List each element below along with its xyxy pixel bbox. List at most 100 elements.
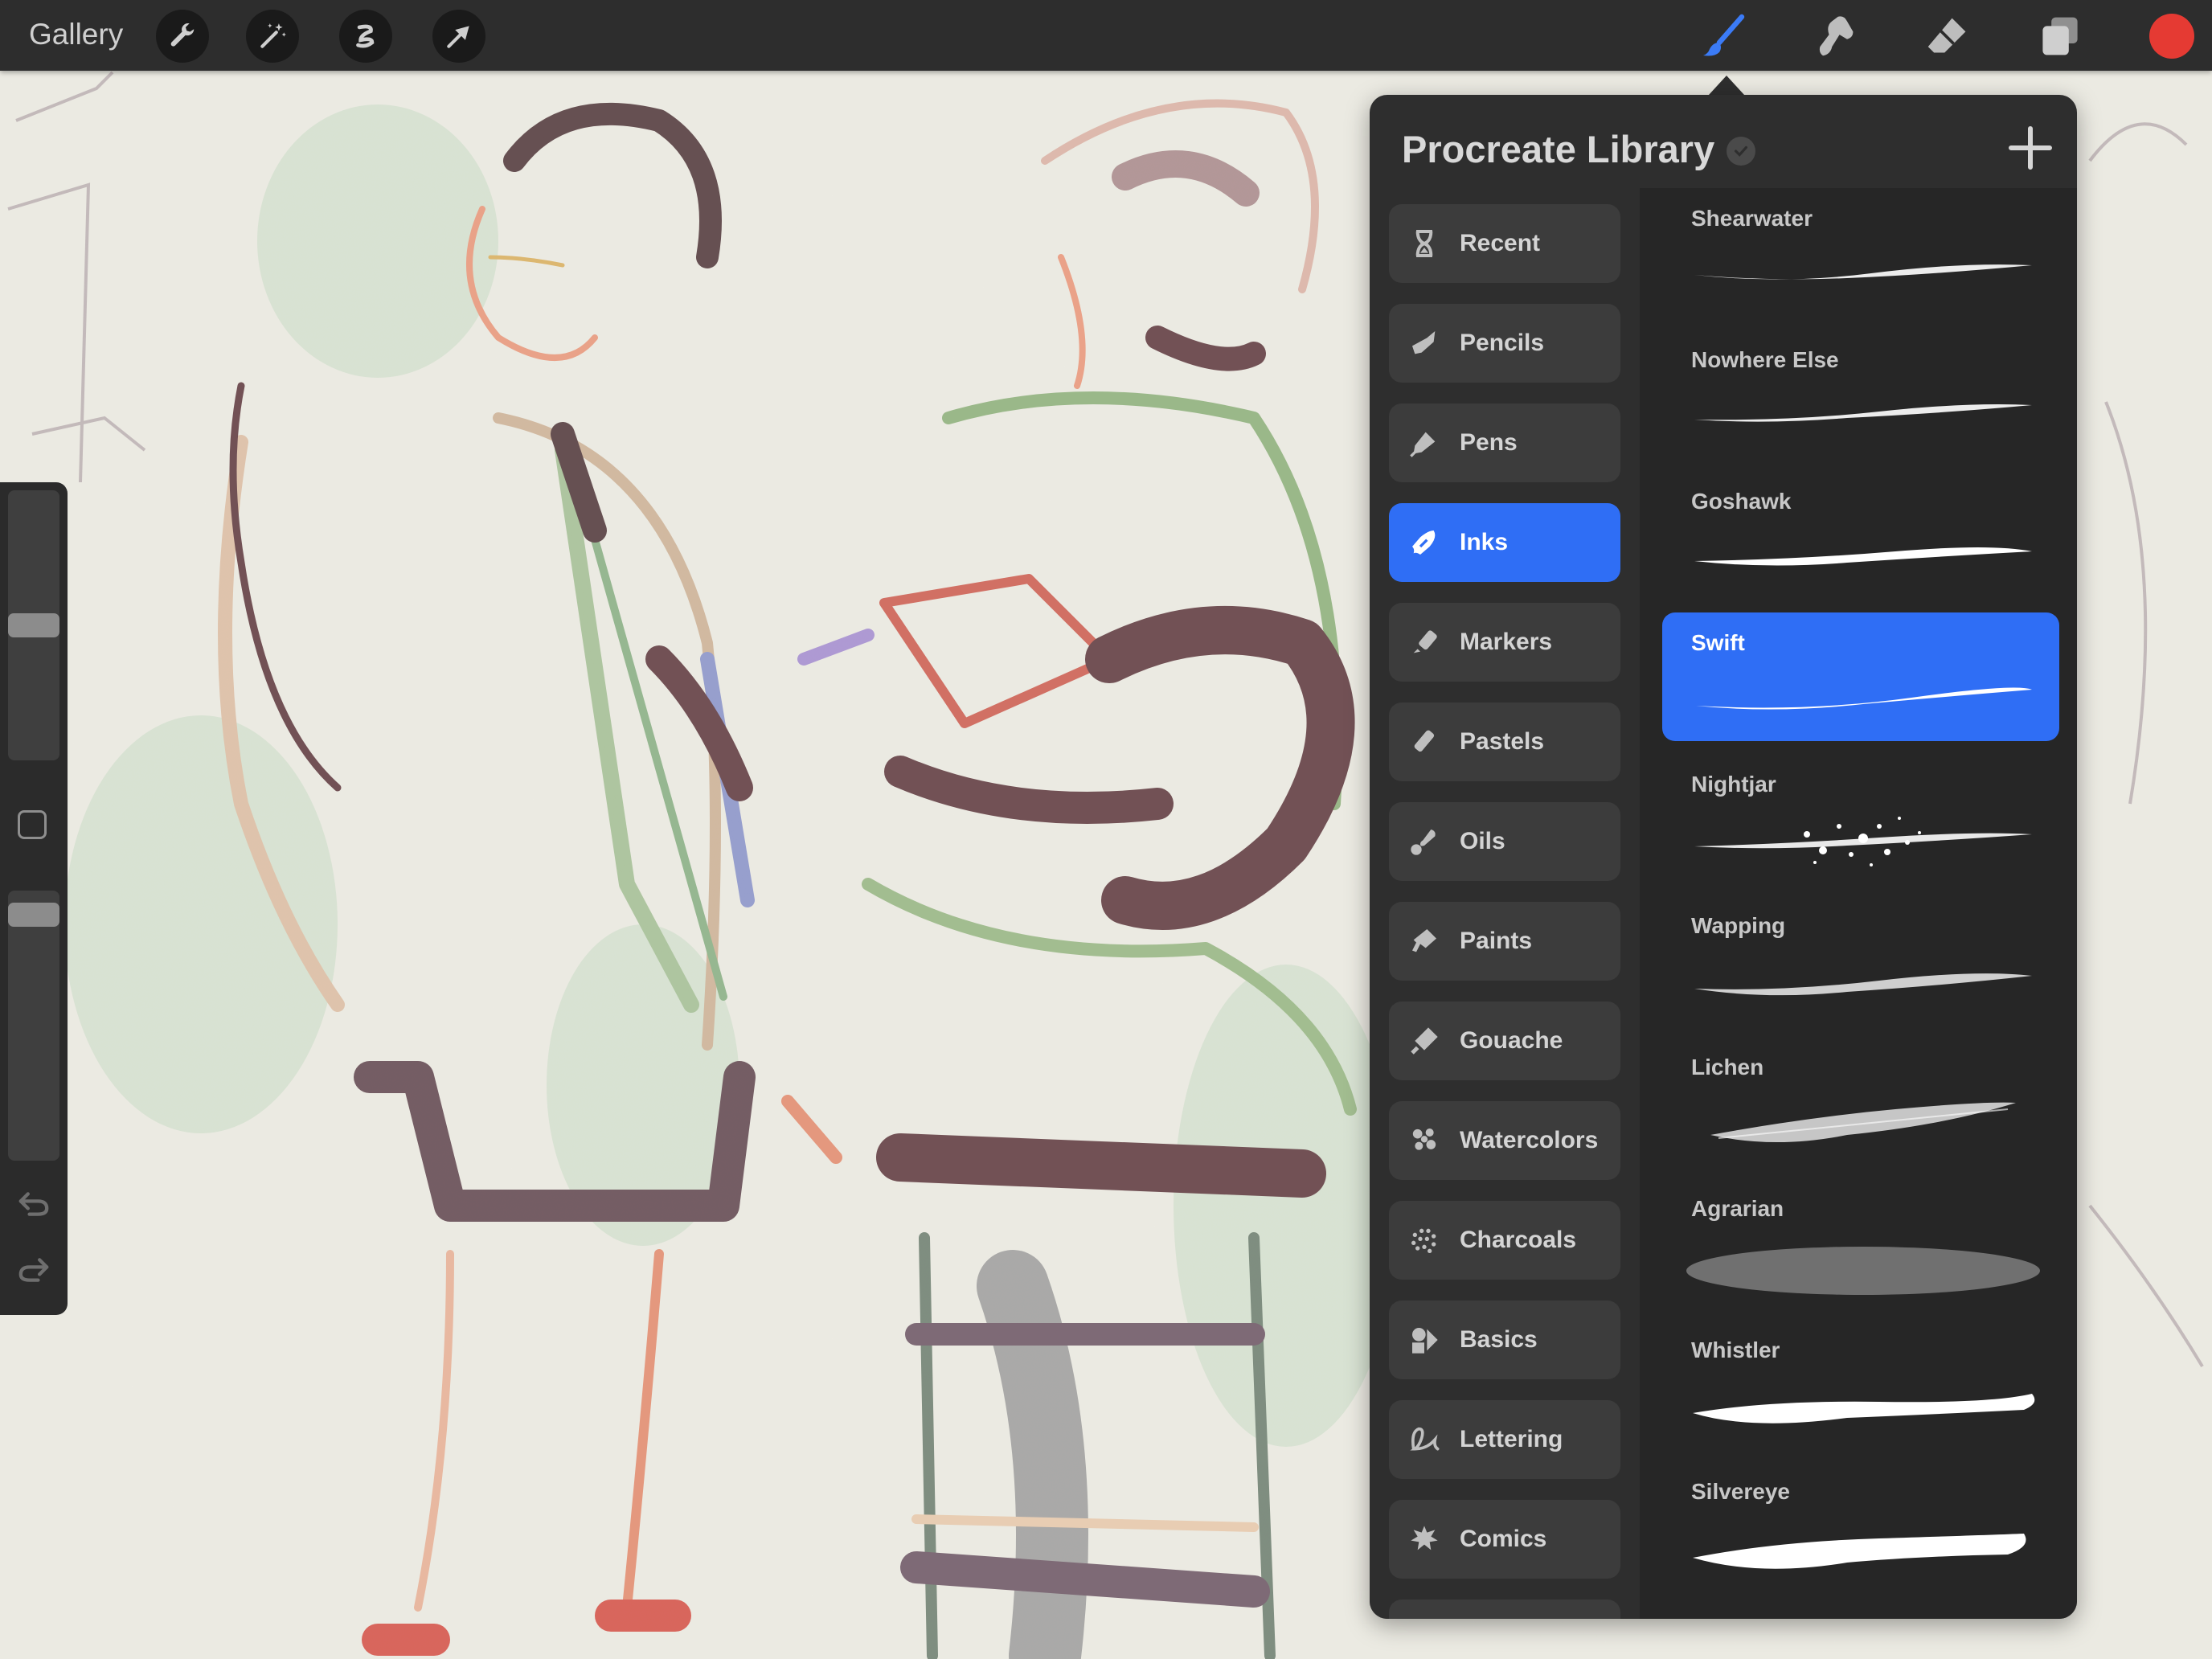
adjustments-button[interactable] <box>246 10 299 63</box>
eyedropper-modify-button[interactable] <box>18 810 47 839</box>
category-oils[interactable]: Oils <box>1389 802 1620 881</box>
color-swatch-button[interactable] <box>2149 14 2194 59</box>
brush-stroke-preview <box>1694 817 2032 866</box>
gallery-button[interactable]: Gallery <box>29 14 123 55</box>
brush-icon <box>1703 14 1745 56</box>
left-sidebar <box>0 482 68 1315</box>
charcoal-icon <box>1411 1228 1436 1253</box>
pen-icon <box>1410 432 1436 457</box>
category-inks[interactable]: Inks <box>1389 503 1620 582</box>
brush-name: Swift <box>1691 630 1745 655</box>
watercolor-icon <box>1412 1129 1436 1150</box>
category-pencils[interactable]: Pencils <box>1389 304 1620 383</box>
category-basics[interactable]: Basics <box>1389 1301 1620 1379</box>
plus-icon[interactable] <box>2005 122 2056 174</box>
brush-name: Shearwater <box>1691 206 1813 231</box>
brush-stroke-preview <box>1694 547 2032 566</box>
category-label: Recent <box>1460 230 1541 256</box>
undo-icon[interactable] <box>16 1190 51 1219</box>
category-label: Inks <box>1460 529 1509 555</box>
brush-category-list: Recent Pencils Pens Inks Markers Pastels Oils P… <box>1370 198 1640 1619</box>
wrench-icon <box>170 23 195 47</box>
brush-wapping[interactable]: Wapping <box>1662 895 2059 1024</box>
magic-wand-icon <box>260 23 286 48</box>
marker-icon <box>1413 630 1437 653</box>
category-label: Paints <box>1460 928 1533 954</box>
gouache-icon <box>1411 1027 1438 1055</box>
category-pens[interactable]: Pens <box>1389 403 1620 482</box>
eraser-tool-button[interactable] <box>1923 11 1972 61</box>
selection-icon <box>356 24 375 48</box>
category-label: Oils <box>1460 828 1505 854</box>
brush-list: Shearwater Nowhere Else Goshawk Swift Nightj… <box>1640 188 2077 1619</box>
brush-stroke-preview <box>1686 1247 2040 1295</box>
category-charcoals[interactable]: Charcoals <box>1389 1201 1620 1280</box>
category-label: Pastels <box>1460 728 1545 755</box>
brush-size-thumb[interactable] <box>8 613 59 637</box>
brush-silvereye[interactable]: Silvereye <box>1662 1461 2059 1590</box>
actions-button[interactable] <box>156 10 209 63</box>
brush-nowhere-else[interactable]: Nowhere Else <box>1662 330 2059 458</box>
selection-button[interactable] <box>339 10 392 63</box>
category-label: Pencils <box>1460 330 1545 356</box>
layers-button[interactable] <box>2035 11 2085 61</box>
brush-stroke-preview <box>1696 687 2032 710</box>
category-markers[interactable]: Markers <box>1389 603 1620 682</box>
brush-name: Nightjar <box>1691 772 1776 797</box>
basics-icon <box>1412 1328 1438 1354</box>
library-title: Procreate Library <box>1402 128 1715 170</box>
pastel-icon <box>1414 730 1435 752</box>
smudge-tool-button[interactable] <box>1810 11 1860 61</box>
transform-button[interactable] <box>432 10 485 63</box>
brush-stroke-preview <box>1694 973 2032 996</box>
top-toolbar: Gallery <box>0 0 2212 71</box>
opacity-thumb[interactable] <box>8 903 59 928</box>
eraser-icon <box>1927 18 1966 53</box>
category-label: Basics <box>1460 1326 1538 1353</box>
redo-icon[interactable] <box>16 1256 51 1284</box>
brush-name: Goshawk <box>1691 489 1792 514</box>
opacity-slider[interactable] <box>8 891 59 1161</box>
brush-agrarian[interactable]: Agrarian <box>1662 1178 2059 1307</box>
brush-swift[interactable]: Swift <box>1662 612 2059 741</box>
brush-stroke-preview <box>1693 1394 2035 1423</box>
brush-library-panel: Procreate Library Recent Pencils Pens Inks M… <box>1370 95 2077 1619</box>
brush-name: Silvereye <box>1691 1479 1790 1504</box>
brush-name: Agrarian <box>1691 1196 1784 1221</box>
category-pastels[interactable]: Pastels <box>1389 703 1620 781</box>
brush-tool-button[interactable] <box>1699 11 1749 61</box>
category-label: Watercolors <box>1460 1127 1599 1153</box>
category-watercolors[interactable]: Watercolors <box>1389 1101 1620 1180</box>
ink-nib-icon <box>1412 530 1436 555</box>
category-recent[interactable]: Recent <box>1389 204 1620 283</box>
category-comics[interactable]: Comics <box>1389 1500 1620 1579</box>
category-label: Comics <box>1460 1526 1547 1552</box>
brush-stroke-preview <box>1694 264 2032 280</box>
category-partial[interactable] <box>1389 1600 1620 1619</box>
category-label: Lettering <box>1460 1426 1563 1452</box>
category-paints[interactable]: Paints <box>1389 902 1620 981</box>
brush-stroke-preview <box>1710 1102 2016 1142</box>
brush-stroke-preview <box>1693 1534 2026 1569</box>
popover-caret <box>1709 76 1744 95</box>
brush-name: Wapping <box>1691 913 1786 938</box>
brush-shearwater[interactable]: Shearwater <box>1662 188 2059 317</box>
category-gouache[interactable]: Gouache <box>1389 1002 1620 1080</box>
comics-icon <box>1411 1526 1438 1550</box>
transform-arrow-icon <box>447 26 469 48</box>
category-label: Pens <box>1460 429 1518 456</box>
category-lettering[interactable]: Lettering <box>1389 1400 1620 1479</box>
layers-icon <box>2042 17 2078 55</box>
category-label: Gouache <box>1460 1027 1563 1054</box>
category-label: Markers <box>1460 629 1553 655</box>
brush-stroke-preview <box>1694 404 2032 422</box>
paint-icon <box>1412 929 1436 952</box>
smudge-icon <box>1819 16 1854 56</box>
brush-lichen[interactable]: Lichen <box>1662 1037 2059 1165</box>
lettering-icon <box>1410 1427 1440 1451</box>
brush-goshawk[interactable]: Goshawk <box>1662 471 2059 600</box>
brush-whistler[interactable]: Whistler <box>1662 1320 2059 1448</box>
pencil-icon <box>1412 331 1436 354</box>
category-label: Charcoals <box>1460 1227 1577 1253</box>
brush-nightjar[interactable]: Nightjar <box>1662 754 2059 883</box>
